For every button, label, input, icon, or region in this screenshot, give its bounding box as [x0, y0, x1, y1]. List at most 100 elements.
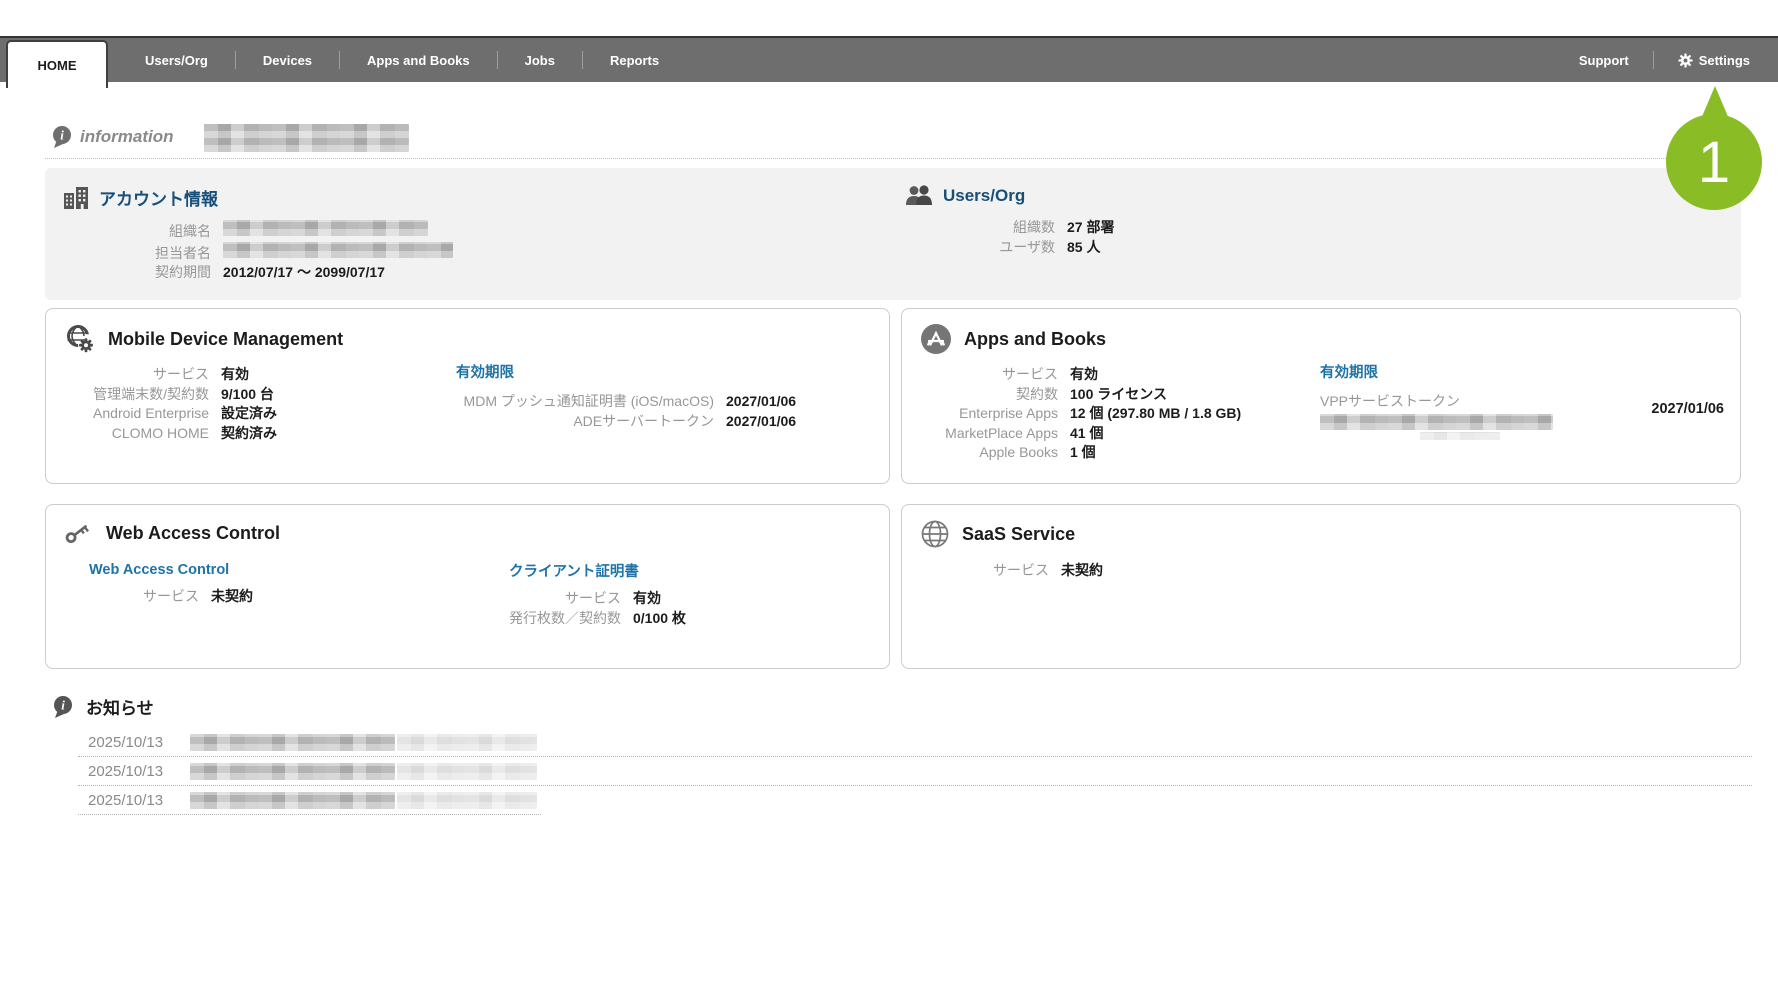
org-count-value: 27 部署 [1067, 218, 1114, 238]
client-certificate-link[interactable]: クライアント証明書 [509, 564, 639, 580]
nav-tabs: Users/Org Devices Apps and Books Jobs Re… [118, 51, 686, 69]
wac-service-value: 未契約 [211, 587, 253, 607]
mdm-devices-value: 9/100 台 [221, 385, 274, 405]
apps-books-count-value: 1 個 [1070, 443, 1096, 463]
account-info-section: アカウント情報 組織名 担当者名 契約期間 2012/07/17 ～ 2099/… [63, 184, 763, 283]
mdm-push-cert-label: MDM プッシュ通知証明書 (iOS/macOS) [456, 392, 714, 412]
apps-books-card: Apps and Books サービス有効 契約数 100 ライセンス Enter… [901, 308, 1741, 484]
user-count-value: 85 人 [1067, 238, 1100, 258]
apps-books-title: Apps and Books [964, 329, 1106, 350]
mdm-service-value: 有効 [221, 365, 249, 385]
information-label: information [80, 127, 174, 147]
mdm-clomo-home-value: 契約済み [221, 424, 277, 444]
account-info-title: アカウント情報 [99, 185, 218, 210]
contact-name-label: 担当者名 [63, 244, 211, 264]
notice-row[interactable]: 2025/10/13 [88, 786, 1752, 815]
cert-service-value: 有効 [633, 589, 661, 609]
mdm-globe-gear-icon [64, 323, 96, 355]
key-icon [64, 519, 94, 547]
mdm-service-label: サービス [64, 365, 209, 385]
redacted-notice-text-light [397, 734, 537, 751]
redacted-notice-text-light [397, 792, 537, 809]
cert-service-label: サービス [509, 589, 621, 609]
apps-expiry-link[interactable]: 有効期限 [1320, 365, 1378, 381]
saas-service-label: サービス [920, 561, 1049, 581]
settings-label: Settings [1699, 53, 1750, 68]
tab-users-org[interactable]: Users/Org [118, 53, 235, 68]
apps-marketplace-label: MarketPlace Apps [920, 424, 1058, 444]
account-period-row: 契約期間 2012/07/17 ～ 2099/07/17 [63, 263, 763, 283]
notice-bubble-icon: i [52, 695, 74, 719]
users-org-title: Users/Org [943, 186, 1025, 206]
user-count-row: ユーザ数 85 人 [905, 238, 1465, 258]
web-access-control-title: Web Access Control [106, 523, 280, 544]
mdm-push-cert-value: 2027/01/06 [726, 392, 796, 412]
redacted-notice-text [190, 792, 395, 809]
notice-row[interactable]: 2025/10/13 [88, 728, 1752, 757]
redacted-contact-name [223, 242, 453, 258]
apps-license-label: 契約数 [920, 385, 1058, 405]
saas-service-value: 未契約 [1061, 561, 1103, 581]
contract-period-label: 契約期間 [63, 263, 211, 283]
redacted-notice-text-light [397, 763, 537, 780]
svg-text:i: i [61, 697, 65, 712]
tab-jobs[interactable]: Jobs [498, 53, 582, 68]
notice-date: 2025/10/13 [88, 763, 190, 780]
saas-service-card: SaaS Service サービス未契約 [901, 504, 1741, 669]
notice-row[interactable]: 2025/10/13 [88, 757, 1752, 786]
clomo-home-page: HOME Users/Org Devices Apps and Books Jo… [0, 0, 1778, 1000]
mdm-card: Mobile Device Management サービス有効 管理端末数/契約… [45, 308, 890, 484]
org-count-row: 組織数 27 部署 [905, 218, 1465, 238]
notice-date: 2025/10/13 [88, 734, 190, 751]
mdm-ade-token-value: 2027/01/06 [726, 412, 796, 432]
annotation-marker-1: 1 [1662, 86, 1766, 214]
apps-marketplace-value: 41 個 [1070, 424, 1103, 444]
apps-service-value: 有効 [1070, 365, 1098, 385]
wac-service-label: サービス [89, 587, 199, 607]
org-name-label: 組織名 [63, 222, 211, 242]
apps-books-count-label: Apple Books [920, 443, 1058, 463]
apps-license-value: 100 ライセンス [1070, 385, 1167, 405]
mdm-ade-token-label: ADEサーバートークン [456, 412, 714, 432]
info-bubble-icon: i [51, 125, 73, 149]
mdm-android-value: 設定済み [221, 404, 277, 424]
notice-date: 2025/10/13 [88, 792, 190, 809]
account-contact-row: 担当者名 [63, 242, 763, 264]
mdm-android-label: Android Enterprise [64, 404, 209, 424]
notice-list: 2025/10/13 2025/10/13 2025/10/13 [88, 728, 1752, 815]
web-access-control-card: Web Access Control Web Access Control サー… [45, 504, 890, 669]
app-store-icon [920, 323, 952, 355]
top-nav: HOME Users/Org Devices Apps and Books Jo… [0, 36, 1778, 82]
tab-apps-and-books[interactable]: Apps and Books [340, 53, 497, 68]
redacted-notice-text [190, 734, 395, 751]
support-link[interactable]: Support [1555, 53, 1653, 68]
redacted-vpp-token [1320, 414, 1553, 430]
globe-icon [920, 519, 950, 549]
tab-home[interactable]: HOME [6, 40, 108, 88]
mdm-expiry-link[interactable]: 有効期限 [456, 365, 514, 381]
contract-period-value: 2012/07/17 ～ 2099/07/17 [223, 263, 385, 283]
mdm-title: Mobile Device Management [108, 329, 343, 350]
redacted-information-text [204, 124, 409, 152]
mdm-devices-label: 管理端末数/契約数 [64, 385, 209, 405]
notices-header: i お知らせ [52, 694, 154, 719]
mdm-clomo-home-label: CLOMO HOME [64, 424, 209, 444]
cert-issued-value: 0/100 枚 [633, 609, 686, 629]
cert-issued-label: 発行枚数／契約数 [509, 609, 621, 629]
vpp-expiry-date: 2027/01/06 [1651, 401, 1724, 417]
apps-service-label: サービス [920, 365, 1058, 385]
redacted-notice-text [190, 763, 395, 780]
apps-enterprise-label: Enterprise Apps [920, 404, 1058, 424]
apps-enterprise-value: 12 個 (297.80 MB / 1.8 GB) [1070, 404, 1241, 424]
buildings-icon [63, 184, 89, 210]
notices-title: お知らせ [86, 694, 154, 719]
redacted-org-name [223, 220, 428, 236]
tab-reports[interactable]: Reports [583, 53, 686, 68]
user-count-label: ユーザ数 [905, 238, 1055, 258]
settings-link[interactable]: Settings [1654, 53, 1750, 68]
web-access-control-link[interactable]: Web Access Control [89, 562, 229, 578]
redacted-vpp-token-2 [1420, 432, 1500, 440]
tab-devices[interactable]: Devices [236, 53, 339, 68]
gear-icon [1678, 53, 1693, 68]
information-banner: i information [45, 124, 1748, 159]
